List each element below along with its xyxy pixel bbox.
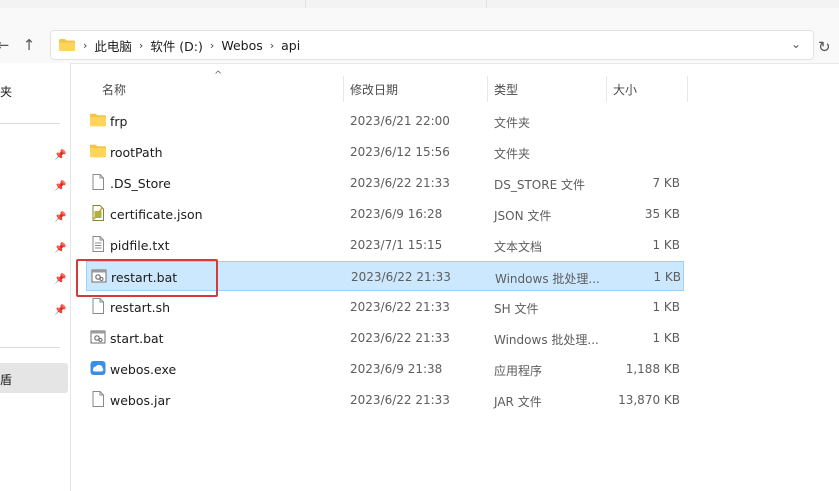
file-icon: [90, 174, 106, 190]
file-modified-date: 2023/6/22 21:33: [351, 270, 451, 284]
file-type: SH 文件: [494, 302, 539, 316]
folder-icon: [59, 39, 75, 51]
breadcrumb: › 此电脑 › 软件 (D:) › Webos › api: [81, 31, 305, 59]
file-type: 文本文档: [494, 240, 543, 254]
file-row[interactable]: webos.exe 2023/6/9 21:38 应用程序 1,188 KB: [86, 354, 684, 384]
file-modified-date: 2023/6/12 15:56: [350, 145, 450, 159]
file-size: 7 KB: [652, 176, 680, 190]
column-header-type[interactable]: 类型: [494, 74, 518, 104]
column-header-name[interactable]: 名称: [102, 74, 126, 104]
chevron-right-icon[interactable]: ›: [208, 39, 216, 52]
file-type: Windows 批处理...: [495, 272, 600, 286]
text-file-icon: [90, 236, 106, 252]
column-separator[interactable]: [343, 76, 344, 102]
file-size: 1 KB: [653, 270, 681, 284]
column-header: ^ 名称 修改日期 类型 大小: [86, 70, 690, 104]
file-name: pidfile.txt: [110, 238, 170, 253]
file-name: rootPath: [110, 145, 163, 160]
up-arrow-icon[interactable]: ↑: [18, 34, 40, 56]
annotation-highlight-box: [76, 259, 218, 297]
sidebar-item-selected[interactable]: 盾: [0, 363, 68, 393]
sidebar-item-label: 盾: [0, 373, 13, 387]
file-row[interactable]: start.bat 2023/6/22 21:33 Windows 批处理... 1 …: [86, 323, 684, 353]
file-name: restart.sh: [110, 300, 171, 315]
file-modified-date: 2023/6/9 16:28: [350, 207, 443, 221]
address-bar[interactable]: › 此电脑 › 软件 (D:) › Webos › api ⌄: [50, 30, 814, 60]
file-modified-date: 2023/6/9 21:38: [350, 362, 443, 376]
back-arrow-icon[interactable]: ←: [0, 34, 14, 56]
sidebar-item-label[interactable]: 夹: [0, 83, 12, 100]
file-name: start.bat: [110, 331, 164, 346]
chevron-right-icon[interactable]: ›: [268, 39, 276, 52]
file-size: 1 KB: [652, 331, 680, 345]
chevron-right-icon[interactable]: ›: [137, 39, 145, 52]
chevron-right-icon[interactable]: ›: [81, 39, 89, 52]
file-modified-date: 2023/6/22 21:33: [350, 331, 450, 345]
column-header-date[interactable]: 修改日期: [350, 74, 398, 104]
file-name: .DS_Store: [110, 176, 171, 191]
breadcrumb-item-webos[interactable]: Webos: [216, 38, 267, 53]
file-row[interactable]: frp 2023/6/21 22:00 文件夹: [86, 106, 684, 136]
pin-icon: 📌: [54, 212, 67, 223]
column-header-size[interactable]: 大小: [613, 74, 637, 104]
file-row[interactable]: pidfile.txt 2023/7/1 15:15 文本文档 1 KB: [86, 230, 684, 260]
sidebar-divider: [0, 347, 60, 348]
file-size: 35 KB: [644, 207, 680, 221]
chevron-down-icon[interactable]: ⌄: [791, 37, 801, 51]
file-name: frp: [110, 114, 128, 129]
file-icon: [90, 391, 106, 407]
file-modified-date: 2023/7/1 15:15: [350, 238, 443, 252]
file-name: certificate.json: [110, 207, 203, 222]
column-separator[interactable]: [606, 76, 607, 102]
file-row[interactable]: .DS_Store 2023/6/22 21:33 DS_STORE 文件 7 KB: [86, 168, 684, 198]
tab-separator: [486, 0, 487, 8]
breadcrumb-item-drive-d[interactable]: 软件 (D:): [145, 36, 208, 55]
pin-icon: 📌: [54, 243, 67, 254]
file-modified-date: 2023/6/21 22:00: [350, 114, 450, 128]
file-type: 文件夹: [494, 147, 531, 161]
file-type: 应用程序: [494, 364, 543, 378]
file-type: Windows 批处理...: [494, 333, 599, 347]
file-name: webos.jar: [110, 393, 171, 408]
column-separator[interactable]: [487, 76, 488, 102]
pane-divider[interactable]: [70, 63, 71, 491]
file-size: 1 KB: [652, 238, 680, 252]
navigation-bar: ← ↑ › 此电脑 › 软件 (D:) › Webos › api ⌄ ↻: [0, 8, 839, 64]
file-row[interactable]: webos.jar 2023/6/22 21:33 JAR 文件 13,870 KB: [86, 385, 684, 415]
tab-separator: [305, 0, 306, 8]
file-size: 13,870 KB: [618, 393, 680, 407]
file-type: JSON 文件: [494, 209, 552, 223]
breadcrumb-item-api[interactable]: api: [276, 38, 305, 53]
file-type: JAR 文件: [494, 395, 542, 409]
sidebar-divider: [0, 123, 60, 124]
file-type: 文件夹: [494, 116, 531, 130]
sort-ascending-icon: ^: [214, 70, 223, 81]
file-size: 1,188 KB: [625, 362, 680, 376]
pin-icon: 📌: [54, 274, 67, 285]
pin-icon: 📌: [54, 181, 67, 192]
file-icon: [90, 298, 106, 314]
file-modified-date: 2023/6/22 21:33: [350, 176, 450, 190]
file-modified-date: 2023/6/22 21:33: [350, 393, 450, 407]
file-row[interactable]: rootPath 2023/6/12 15:56 文件夹: [86, 137, 684, 167]
folder-icon: [90, 143, 106, 159]
navigation-pane: 夹 📌 📌 📌 📌 📌 📌 盾: [0, 63, 70, 491]
json-file-icon: [90, 205, 106, 221]
pin-icon: 📌: [54, 150, 67, 161]
breadcrumb-item-this-pc[interactable]: 此电脑: [89, 36, 137, 55]
folder-icon: [90, 112, 106, 128]
file-size: 1 KB: [652, 300, 680, 314]
file-name: webos.exe: [110, 362, 177, 377]
file-modified-date: 2023/6/22 21:33: [350, 300, 450, 314]
file-row[interactable]: certificate.json 2023/6/9 16:28 JSON 文件 35 …: [86, 199, 684, 229]
pin-icon: 📌: [54, 305, 67, 316]
file-type: DS_STORE 文件: [494, 178, 585, 192]
batch-file-icon: [90, 329, 106, 345]
column-separator[interactable]: [687, 76, 688, 102]
refresh-icon[interactable]: ↻: [818, 38, 831, 56]
exe-icon: [90, 360, 106, 376]
